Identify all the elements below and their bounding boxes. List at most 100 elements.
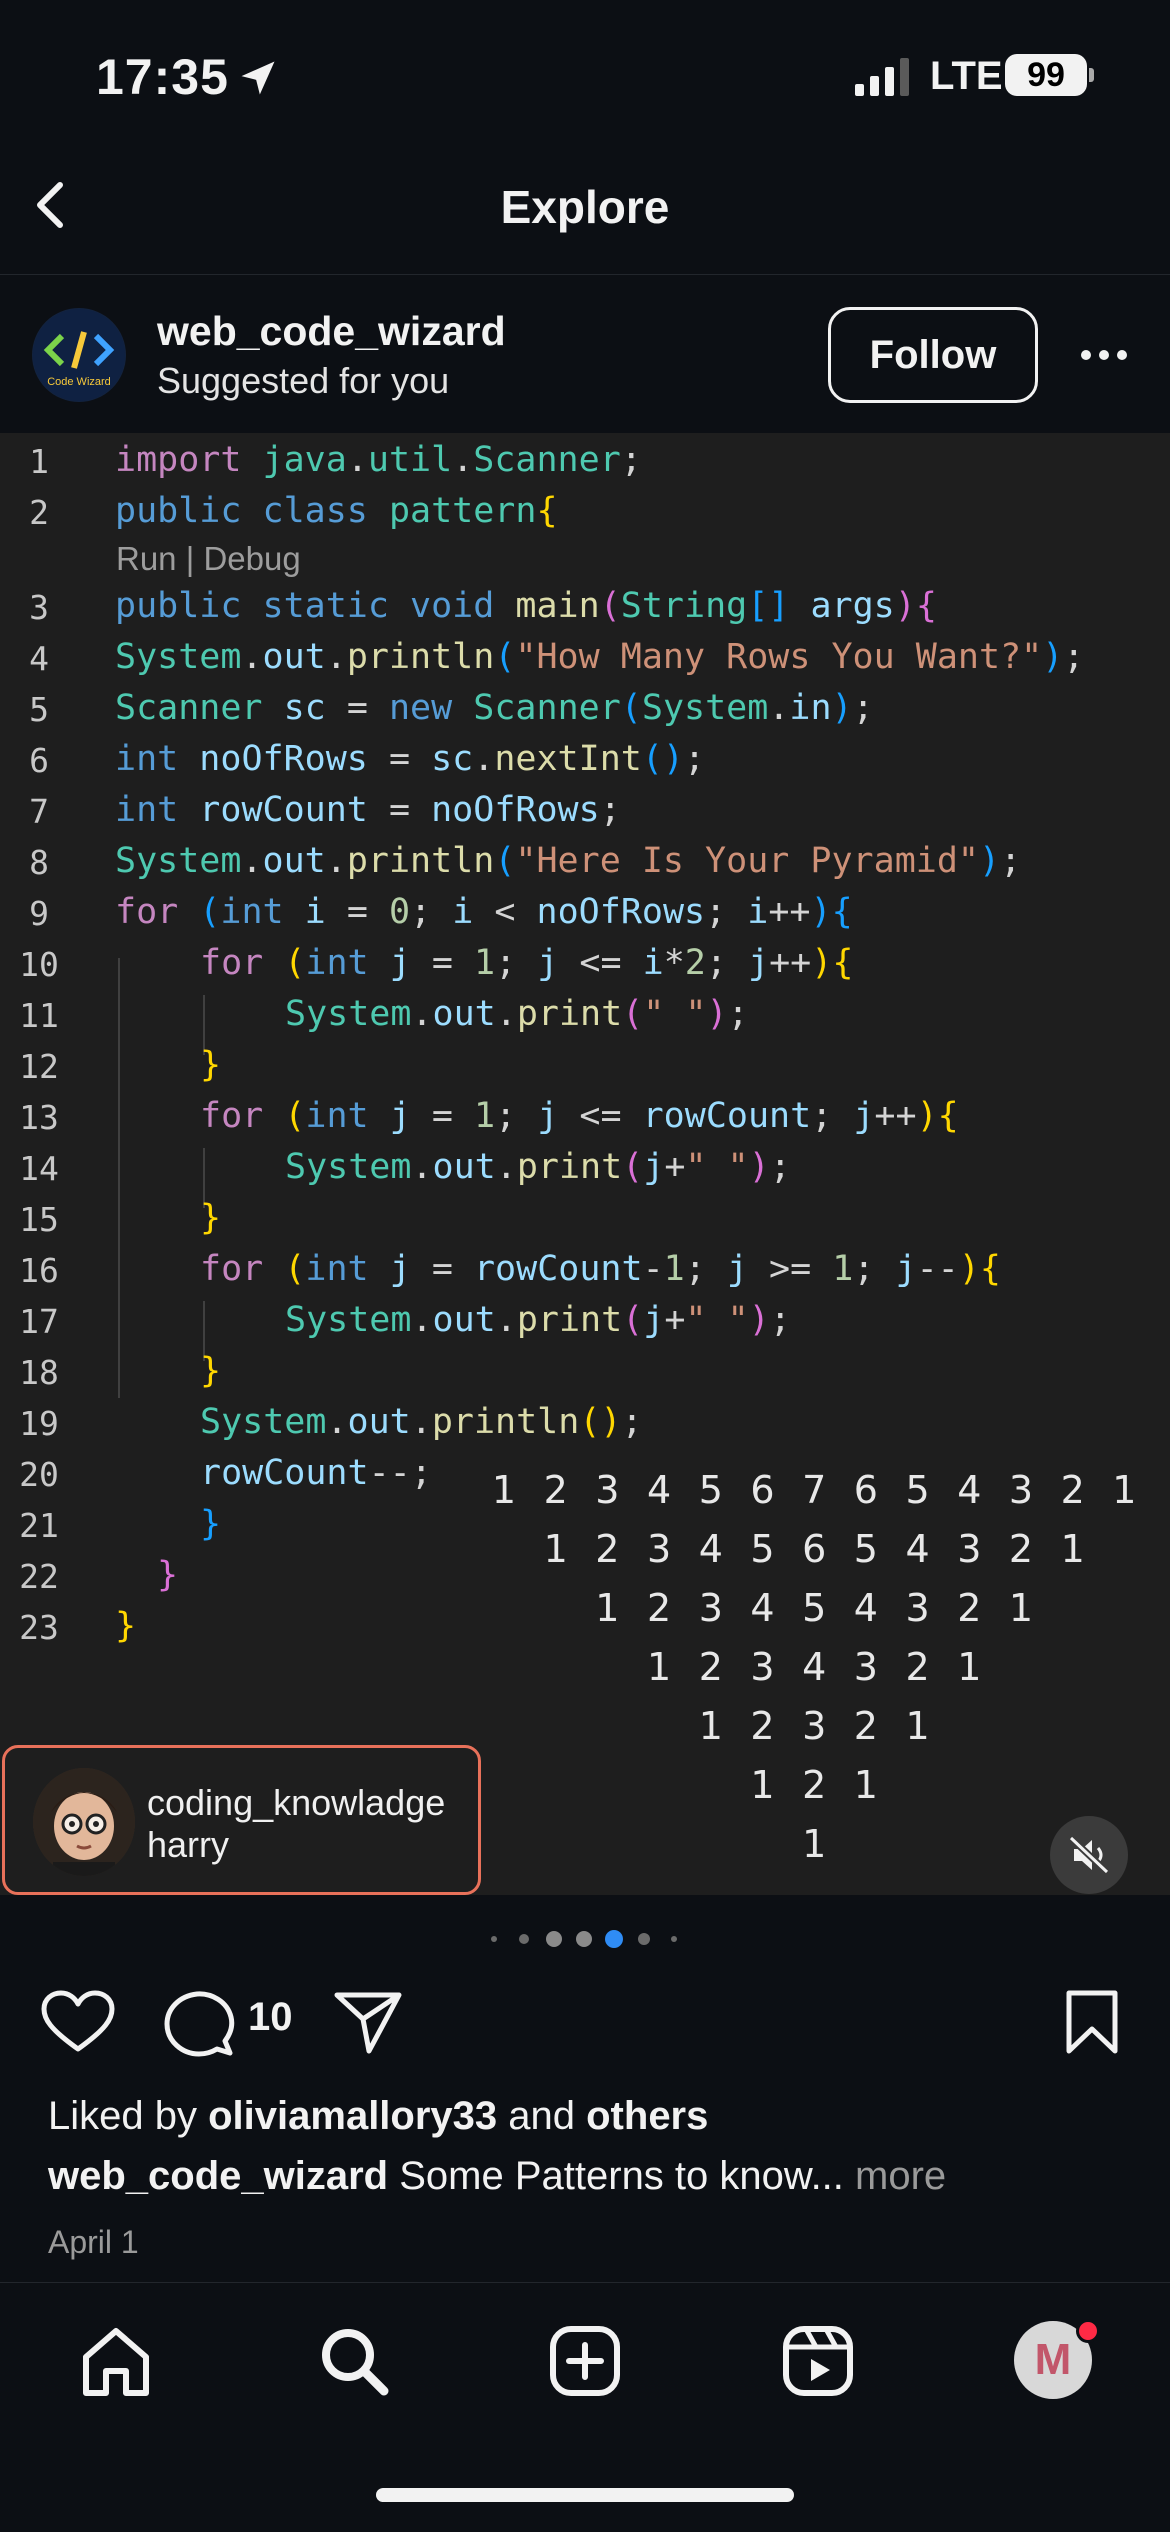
pyramid-number: 2 — [595, 1527, 620, 1571]
tagged-user-avatar — [33, 1768, 135, 1876]
pyramid-number: 1 — [1008, 1586, 1034, 1630]
status-bar: 17:35 LTE 99 — [0, 0, 1170, 150]
line-number: 1 — [29, 442, 49, 481]
code-line-13: for (int j = 1; j <= rowCount; j++){ — [200, 1096, 959, 1136]
line-number: 3 — [29, 588, 49, 627]
line-number: 9 — [29, 894, 49, 933]
pyramid-number: 1 — [491, 1468, 517, 1512]
caption-more-link[interactable]: more — [855, 2154, 946, 2198]
pyramid-number: 1 — [853, 1763, 878, 1807]
comment-count: 10 — [248, 1995, 293, 2039]
pyramid-number: 3 — [957, 1527, 982, 1571]
post-media[interactable]: 1 2 3 4 5 6 7 8 9 10 11 12 13 14 15 16 17 18 19 20 21 22 23 Ru… — [0, 433, 1170, 1895]
pyramid-number: 2 — [647, 1586, 672, 1630]
location-arrow-icon — [241, 61, 275, 95]
code-line-16: for (int j = rowCount-1; j >= 1; j--){ — [200, 1249, 1001, 1289]
pyramid-number: 5 — [698, 1468, 723, 1512]
search-icon[interactable] — [314, 2321, 394, 2401]
notification-dot — [1076, 2319, 1100, 2343]
home-indicator[interactable] — [376, 2488, 794, 2502]
bookmark-icon[interactable] — [1064, 1989, 1120, 2055]
heart-icon[interactable] — [40, 1989, 116, 2055]
home-icon[interactable] — [76, 2321, 156, 2401]
pyramid-number: 1 — [750, 1763, 775, 1807]
cellular-signal-icon — [855, 58, 909, 96]
avatar-logo-text: Code Wizard — [47, 376, 111, 388]
code-wizard-logo-icon: Code Wizard — [33, 309, 125, 401]
liked-by-others[interactable]: others — [586, 2094, 708, 2138]
pyramid-number: 2 — [698, 1645, 723, 1689]
carousel-dot — [576, 1931, 592, 1947]
line-number: 18 — [19, 1353, 59, 1392]
pyramid-number: 2 — [543, 1468, 568, 1512]
code-line-2: public class pattern{ — [115, 491, 558, 531]
follow-button[interactable]: Follow — [828, 307, 1038, 403]
pyramid-number: 6 — [802, 1527, 827, 1571]
reels-icon[interactable] — [778, 2321, 858, 2401]
pyramid-number: 6 — [750, 1468, 775, 1512]
tagged-user-chip[interactable]: coding_knowladge harry — [2, 1745, 481, 1895]
code-line-3: public static void main(String[] args){ — [115, 586, 937, 626]
code-line-10: for (int j = 1; j <= i*2; j++){ — [200, 943, 854, 983]
suggested-label: Suggested for you — [157, 360, 450, 401]
pyramid-number: 1 — [1060, 1527, 1085, 1571]
pyramid-number: 1 — [802, 1822, 827, 1866]
line-number: 10 — [19, 945, 59, 984]
carousel-dot — [491, 1936, 497, 1942]
carousel-dot — [671, 1936, 677, 1942]
indent-guide — [118, 958, 120, 1398]
page-title: Explore — [500, 181, 670, 233]
line-number: 2 — [29, 493, 49, 532]
pyramid-number: 5 — [853, 1527, 878, 1571]
carousel-dot — [546, 1931, 562, 1947]
line-number: 4 — [29, 639, 49, 678]
code-line-22: } — [157, 1555, 179, 1595]
pyramid-number: 2 — [1008, 1527, 1034, 1571]
pyramid-number: 2 — [1060, 1468, 1085, 1512]
caption-username[interactable]: web_code_wizard — [48, 2154, 388, 2198]
pyramid-number: 4 — [957, 1468, 982, 1512]
pyramid-number: 4 — [905, 1527, 930, 1571]
author-avatar[interactable]: Code Wizard — [32, 308, 126, 402]
create-icon[interactable] — [545, 2321, 625, 2401]
more-options-icon[interactable] — [1078, 340, 1130, 370]
tagged-username-line2: harry — [147, 1824, 230, 1865]
code-line-8: System.out.println("Here Is Your Pyramid… — [115, 841, 1022, 881]
pyramid-number: 4 — [750, 1586, 775, 1630]
share-icon[interactable] — [333, 1989, 403, 2055]
line-number: 11 — [19, 996, 59, 1035]
profile-tab-avatar[interactable]: M — [1014, 2319, 1100, 2399]
pyramid-number: 1 — [1112, 1468, 1137, 1512]
pyramid-number: 3 — [853, 1645, 878, 1689]
pyramid-number: 3 — [750, 1645, 775, 1689]
line-number: 19 — [19, 1404, 59, 1443]
line-number: 17 — [19, 1302, 59, 1341]
line-number: 8 — [29, 843, 49, 882]
pyramid-number: 1 — [905, 1704, 930, 1748]
author-username[interactable]: web_code_wizard — [157, 308, 506, 355]
code-line-6: int noOfRows = sc.nextInt(); — [115, 739, 706, 779]
harry-avatar-icon — [33, 1768, 135, 1876]
likes-summary[interactable]: Liked by oliviamallory33 and others — [48, 2094, 708, 2139]
pyramid-number: 4 — [853, 1586, 878, 1630]
line-number: 7 — [29, 792, 49, 831]
line-number: 23 — [19, 1608, 59, 1647]
post-caption: web_code_wizard Some Patterns to know...… — [48, 2154, 946, 2199]
code-line-7: int rowCount = noOfRows; — [115, 790, 621, 830]
pyramid-number: 4 — [698, 1527, 723, 1571]
carousel-dot-active — [605, 1930, 623, 1948]
line-number: 5 — [29, 690, 49, 729]
pyramid-number: 5 — [802, 1586, 827, 1630]
pyramid-number: 2 — [853, 1704, 878, 1748]
carousel-dot — [519, 1934, 529, 1944]
pyramid-number: 1 — [698, 1704, 723, 1748]
pyramid-number: 3 — [647, 1527, 672, 1571]
pyramid-number: 3 — [802, 1704, 827, 1748]
mute-button[interactable] — [1050, 1816, 1128, 1894]
pyramid-number: 1 — [957, 1645, 982, 1689]
post-date: April 1 — [48, 2224, 139, 2260]
code-line-19: System.out.println(); — [200, 1402, 643, 1442]
pyramid-number: 2 — [905, 1645, 930, 1689]
liked-by-user[interactable]: oliviamallory33 — [208, 2094, 497, 2138]
comment-icon[interactable] — [163, 1989, 235, 2059]
